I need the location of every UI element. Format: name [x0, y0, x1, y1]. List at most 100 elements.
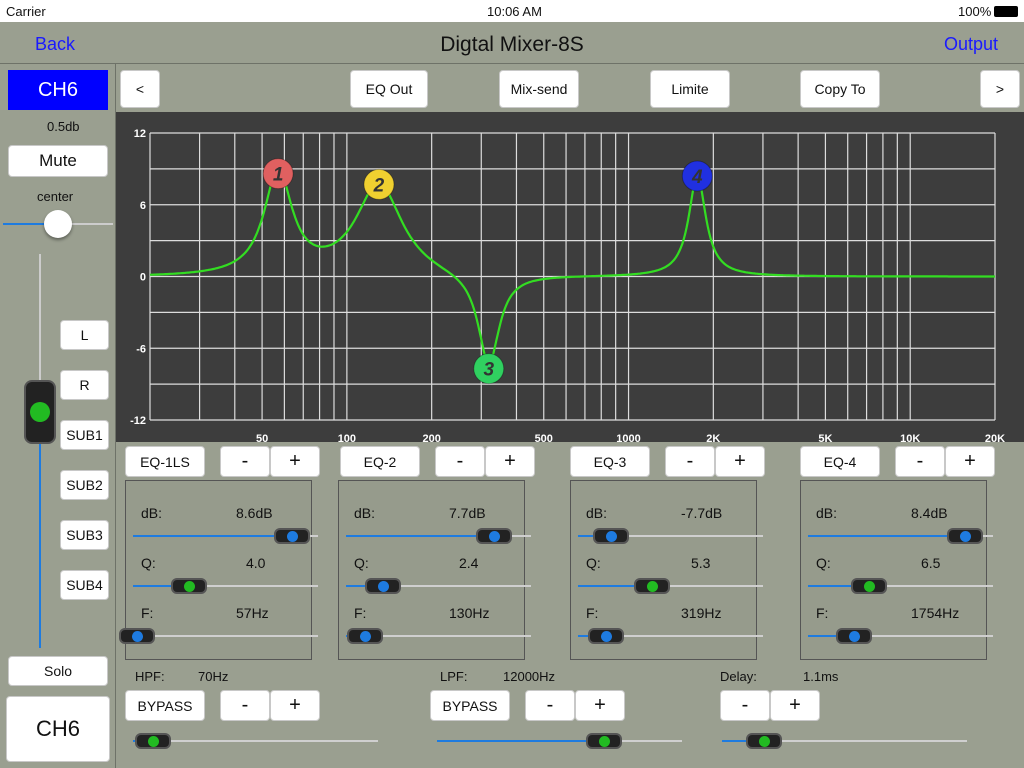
route-button-l[interactable]: L	[60, 320, 109, 350]
db-slider[interactable]	[578, 528, 763, 544]
route-button-sub3[interactable]: SUB3	[60, 520, 109, 550]
db-slider-thumb[interactable]	[274, 528, 311, 544]
f-slider[interactable]	[346, 628, 531, 644]
db-slider[interactable]	[808, 528, 993, 544]
x-tick-label: 200	[422, 433, 440, 442]
db-slider-thumb[interactable]	[476, 528, 512, 544]
hpf-slider-thumb[interactable]	[134, 733, 171, 749]
pan-knob[interactable]	[44, 210, 72, 238]
eq-graph[interactable]: 12 6 0 -6 -12 50 100 200 500 1000 2K 5K 10K 20K 1 2 3 4	[116, 112, 1024, 445]
band-select-1[interactable]: EQ-1LS	[125, 446, 205, 477]
lpf-slider-thumb[interactable]	[585, 733, 622, 749]
lpf-slider[interactable]	[437, 733, 682, 749]
q-slider[interactable]	[808, 578, 993, 594]
delay-slider-thumb[interactable]	[745, 733, 782, 749]
db-label: dB:	[141, 505, 163, 521]
band-plus-button[interactable]: +	[715, 446, 765, 477]
db-value: 8.4dB	[911, 505, 948, 521]
next-button[interactable]: >	[980, 70, 1020, 108]
f-slider-thumb[interactable]	[346, 628, 383, 644]
q-label: Q:	[816, 555, 831, 571]
q-slider-thumb[interactable]	[634, 578, 670, 594]
channel-name[interactable]: CH6	[8, 70, 108, 110]
route-button-sub4[interactable]: SUB4	[60, 570, 109, 600]
eq-node-2[interactable]: 2	[363, 168, 395, 200]
q-slider[interactable]	[133, 578, 318, 594]
route-button-sub1[interactable]: SUB1	[60, 420, 109, 450]
band-minus-button[interactable]: -	[665, 446, 715, 477]
hpf-minus-button[interactable]: -	[220, 690, 270, 721]
delay-label: Delay:	[720, 669, 757, 684]
eq-chart[interactable]: 1260-6-1250 100 200 500 1000 2K 5K 10K 20K1234	[116, 112, 1024, 445]
x-tick-label: 50	[256, 433, 268, 442]
pan-label: center	[37, 189, 74, 204]
eq-node-1[interactable]: 1	[262, 158, 294, 190]
limite-button[interactable]: Limite	[650, 70, 730, 108]
lpf-value: 12000Hz	[503, 669, 556, 684]
eq-out-button[interactable]: EQ Out	[350, 70, 428, 108]
f-slider[interactable]	[578, 628, 763, 644]
channel-fader[interactable]	[24, 254, 56, 648]
db-slider-thumb[interactable]	[593, 528, 630, 544]
db-label: dB:	[816, 505, 838, 521]
x-tick-label: 1000	[616, 433, 640, 442]
band-plus-button[interactable]: +	[945, 446, 995, 477]
q-slider[interactable]	[346, 578, 531, 594]
hpf-plus-button[interactable]: +	[270, 690, 320, 721]
band-select-2[interactable]: EQ-2	[340, 446, 420, 477]
band-minus-button[interactable]: -	[895, 446, 945, 477]
db-slider-thumb[interactable]	[947, 528, 984, 544]
channel-select-button[interactable]: CH6	[6, 696, 110, 762]
lpf-minus-button[interactable]: -	[525, 690, 575, 721]
q-slider[interactable]	[578, 578, 763, 594]
lpf-plus-button[interactable]: +	[575, 690, 625, 721]
route-button-r[interactable]: R	[60, 370, 109, 400]
x-tick-label: 10K	[900, 433, 920, 442]
q-slider-thumb[interactable]	[170, 578, 207, 594]
band-panel-1: dB: 8.6dB Q: 4.0 F: 57Hz	[118, 480, 318, 660]
solo-button[interactable]: Solo	[8, 656, 108, 686]
delay-slider[interactable]	[722, 733, 967, 749]
eq-node-label: 1	[273, 165, 284, 186]
status-bar: Carrier 10:06 AM 100%	[0, 0, 1024, 22]
nav-bar: Back Digtal Mixer-8S Output	[0, 22, 1024, 64]
band-plus-button[interactable]: +	[270, 446, 320, 477]
q-slider-thumb[interactable]	[365, 578, 401, 594]
f-slider[interactable]	[118, 628, 318, 644]
lpf-bypass-button[interactable]: BYPASS	[430, 690, 510, 721]
eq-node-3[interactable]: 3	[473, 353, 505, 385]
hpf-value: 70Hz	[198, 669, 229, 684]
q-slider-thumb[interactable]	[851, 578, 888, 594]
mute-button[interactable]: Mute	[8, 145, 108, 177]
page-title: Digtal Mixer-8S	[440, 33, 584, 56]
f-slider-thumb[interactable]	[836, 628, 873, 644]
battery-icon	[994, 6, 1018, 17]
fader-thumb[interactable]	[24, 379, 56, 444]
output-button[interactable]: Output	[944, 34, 998, 55]
db-slider[interactable]	[346, 528, 531, 544]
mix-send-button[interactable]: Mix-send	[499, 70, 579, 108]
f-slider-thumb[interactable]	[118, 628, 155, 644]
f-label: F:	[816, 605, 829, 621]
copy-to-button[interactable]: Copy To	[800, 70, 880, 108]
delay-plus-button[interactable]: +	[770, 690, 820, 721]
toolbar: < EQ Out Mix-send Limite Copy To >	[116, 64, 1024, 112]
prev-button[interactable]: <	[120, 70, 160, 108]
band-plus-button[interactable]: +	[485, 446, 535, 477]
band-minus-button[interactable]: -	[435, 446, 485, 477]
hpf-bypass-button[interactable]: BYPASS	[125, 690, 205, 721]
band-select-4[interactable]: EQ-4	[800, 446, 880, 477]
y-tick-label: 0	[140, 272, 146, 284]
delay-minus-button[interactable]: -	[720, 690, 770, 721]
route-button-sub2[interactable]: SUB2	[60, 470, 109, 500]
db-slider[interactable]	[133, 528, 318, 544]
x-tick-label: 2K	[706, 433, 720, 442]
pan-slider[interactable]	[3, 210, 113, 238]
q-value: 6.5	[921, 555, 941, 571]
band-minus-button[interactable]: -	[220, 446, 270, 477]
f-slider[interactable]	[808, 628, 993, 644]
hpf-slider[interactable]	[133, 733, 378, 749]
band-select-3[interactable]: EQ-3	[570, 446, 650, 477]
f-slider-thumb[interactable]	[587, 628, 624, 644]
eq-node-4[interactable]: 4	[681, 160, 713, 192]
